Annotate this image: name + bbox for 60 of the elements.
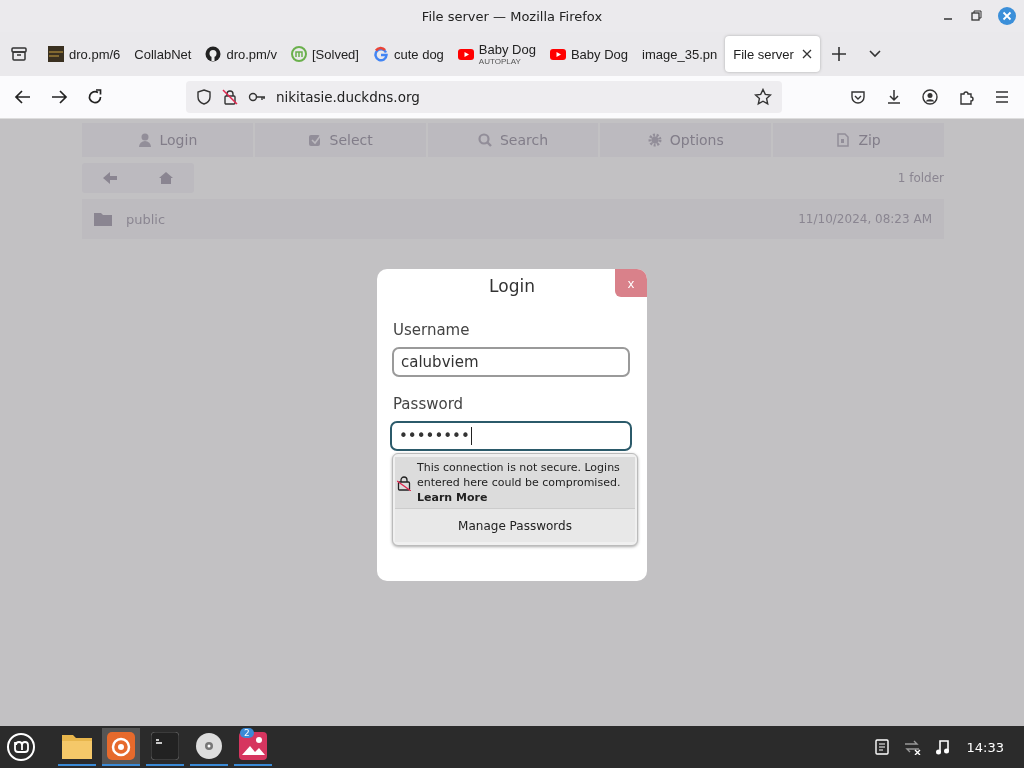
leaf-logo-icon xyxy=(291,46,307,62)
gear-icon xyxy=(647,133,662,147)
taskbar-app[interactable]: 2 xyxy=(234,728,272,766)
search-icon xyxy=(477,133,492,147)
clock[interactable]: 14:33 xyxy=(966,739,1004,755)
browser-tab[interactable]: CollabNet xyxy=(128,36,198,72)
download-icon[interactable] xyxy=(886,89,902,105)
reload-icon[interactable] xyxy=(86,88,104,106)
security-warning: This connection is not secure. Logins entered here could be compromised. Learn More xyxy=(417,460,622,505)
taskbar-app[interactable] xyxy=(102,728,140,766)
play-logo-icon xyxy=(549,46,566,62)
music-note-icon[interactable] xyxy=(934,739,949,755)
browser-tab[interactable]: image_35.pn xyxy=(636,36,724,72)
folder-icon xyxy=(62,733,92,759)
browser-tab[interactable]: cute dog xyxy=(366,36,450,72)
browser-tab[interactable]: Baby Dog AUTOPLAY xyxy=(451,36,542,72)
username-field[interactable]: calubviem xyxy=(392,347,630,377)
file-icon xyxy=(836,133,851,147)
checkbox-icon xyxy=(307,133,322,147)
terminal-icon xyxy=(151,732,179,760)
address-bar[interactable]: nikitasie.duckdns.org xyxy=(186,81,782,113)
play-logo-icon xyxy=(457,46,474,62)
browser-tab[interactable]: Baby Dog xyxy=(543,36,635,72)
g-logo-icon xyxy=(372,46,389,62)
notification-badge: 2 xyxy=(240,728,254,738)
manage-passwords-button[interactable]: Manage Passwords xyxy=(395,508,635,542)
close-icon[interactable] xyxy=(998,7,1016,25)
back-icon[interactable] xyxy=(14,88,32,106)
insecure-lock-icon xyxy=(397,474,411,491)
browser-tab[interactable]: dro.pm/6 xyxy=(42,36,127,72)
bookmark-star-icon[interactable] xyxy=(754,88,772,106)
folder-icon xyxy=(94,212,112,226)
user-icon xyxy=(137,133,152,147)
account-icon[interactable] xyxy=(922,89,938,105)
firefox-icon xyxy=(107,732,135,760)
notes-icon[interactable] xyxy=(874,739,889,755)
menu-icon[interactable] xyxy=(994,89,1010,105)
restore-icon[interactable] xyxy=(970,10,982,22)
tab-list-icon[interactable] xyxy=(10,45,28,63)
field-label: Password xyxy=(393,395,465,413)
folder-count: 1 folder xyxy=(897,171,944,185)
broken-lock-icon[interactable] xyxy=(222,89,238,105)
extensions-icon[interactable] xyxy=(958,89,974,105)
dialog-title: Login xyxy=(489,276,535,296)
password-field[interactable]: •••••••• xyxy=(390,421,632,451)
browser-tab[interactable]: File server xyxy=(725,36,820,72)
pocket-icon[interactable] xyxy=(850,89,866,105)
site-thumbnail-icon xyxy=(48,46,64,62)
browser-tab[interactable]: [Solved] xyxy=(285,36,365,72)
new-tab-icon[interactable] xyxy=(831,47,846,61)
window-title: File server — Mozilla Firefox xyxy=(421,8,603,24)
network-disconnected-icon[interactable] xyxy=(902,739,921,755)
browser-tab[interactable]: dro.pm/v xyxy=(199,36,283,72)
field-label: Username xyxy=(393,321,471,339)
mint-menu-icon[interactable] xyxy=(6,732,36,762)
forward-icon[interactable] xyxy=(50,88,68,106)
shield-icon[interactable] xyxy=(196,89,212,105)
close-tab-icon[interactable] xyxy=(801,49,812,59)
disc-icon xyxy=(195,732,223,760)
url-text: nikitasie.duckdns.org xyxy=(276,89,421,105)
